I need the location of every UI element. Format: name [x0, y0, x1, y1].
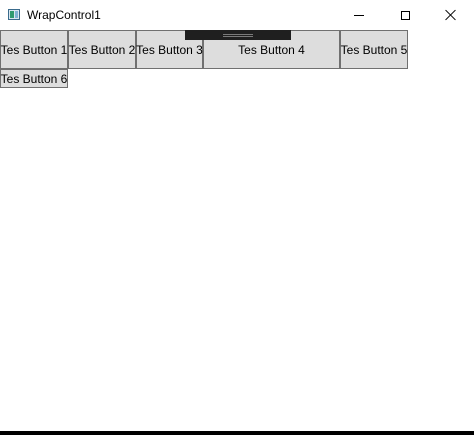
- close-icon: [445, 9, 457, 21]
- window-title: WrapControl1: [27, 8, 101, 22]
- minimize-icon: [354, 14, 364, 16]
- test-button-2[interactable]: Tes Button 2: [68, 30, 136, 69]
- test-button-5[interactable]: Tes Button 5: [340, 30, 408, 69]
- grip-icon: [223, 33, 253, 37]
- maximize-icon: [400, 10, 410, 20]
- app-icon[interactable]: [8, 9, 20, 20]
- minimize-button[interactable]: [336, 0, 382, 30]
- test-button-1[interactable]: Tes Button 1: [0, 30, 68, 69]
- test-button-6[interactable]: Tes Button 6: [0, 69, 68, 88]
- app-window: WrapControl1 Tes Button 1 Tes Button 2 T…: [0, 0, 474, 435]
- maximize-button[interactable]: [382, 0, 428, 30]
- window-bottom-border: [0, 431, 474, 435]
- title-bar[interactable]: WrapControl1: [0, 0, 474, 30]
- close-button[interactable]: [428, 0, 474, 30]
- debug-toolbar-handle[interactable]: [185, 30, 291, 40]
